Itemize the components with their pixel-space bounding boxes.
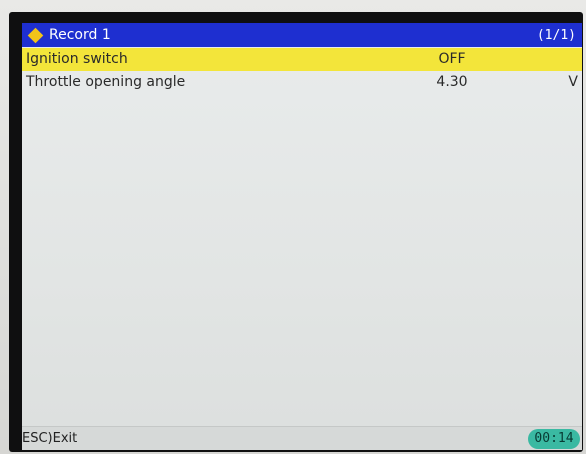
- data-stream-list: Ignition switch OFF Throttle opening ang…: [22, 48, 582, 94]
- diamond-icon: [27, 27, 44, 43]
- page-title: Record 1: [49, 27, 111, 43]
- status-bar: ESC)Exit 00:14: [22, 426, 582, 450]
- page-indicator: (1/1): [536, 27, 576, 43]
- row-value: OFF: [438, 51, 466, 67]
- row-label: Throttle opening angle: [26, 74, 186, 90]
- list-item-ignition-switch[interactable]: Ignition switch OFF: [22, 48, 582, 71]
- time-badge: 00:14: [528, 429, 580, 449]
- title-bar: Record 1 (1/1): [22, 23, 582, 47]
- esc-exit-button[interactable]: ESC)Exit: [22, 427, 77, 450]
- row-value: 4.30: [436, 74, 468, 90]
- list-item-throttle-opening-angle[interactable]: Throttle opening angle 4.30 V: [22, 71, 582, 94]
- row-unit: V: [568, 74, 578, 90]
- row-label: Ignition switch: [26, 51, 128, 67]
- device-screen: Record 1 (1/1) Ignition switch OFF Throt…: [22, 23, 582, 450]
